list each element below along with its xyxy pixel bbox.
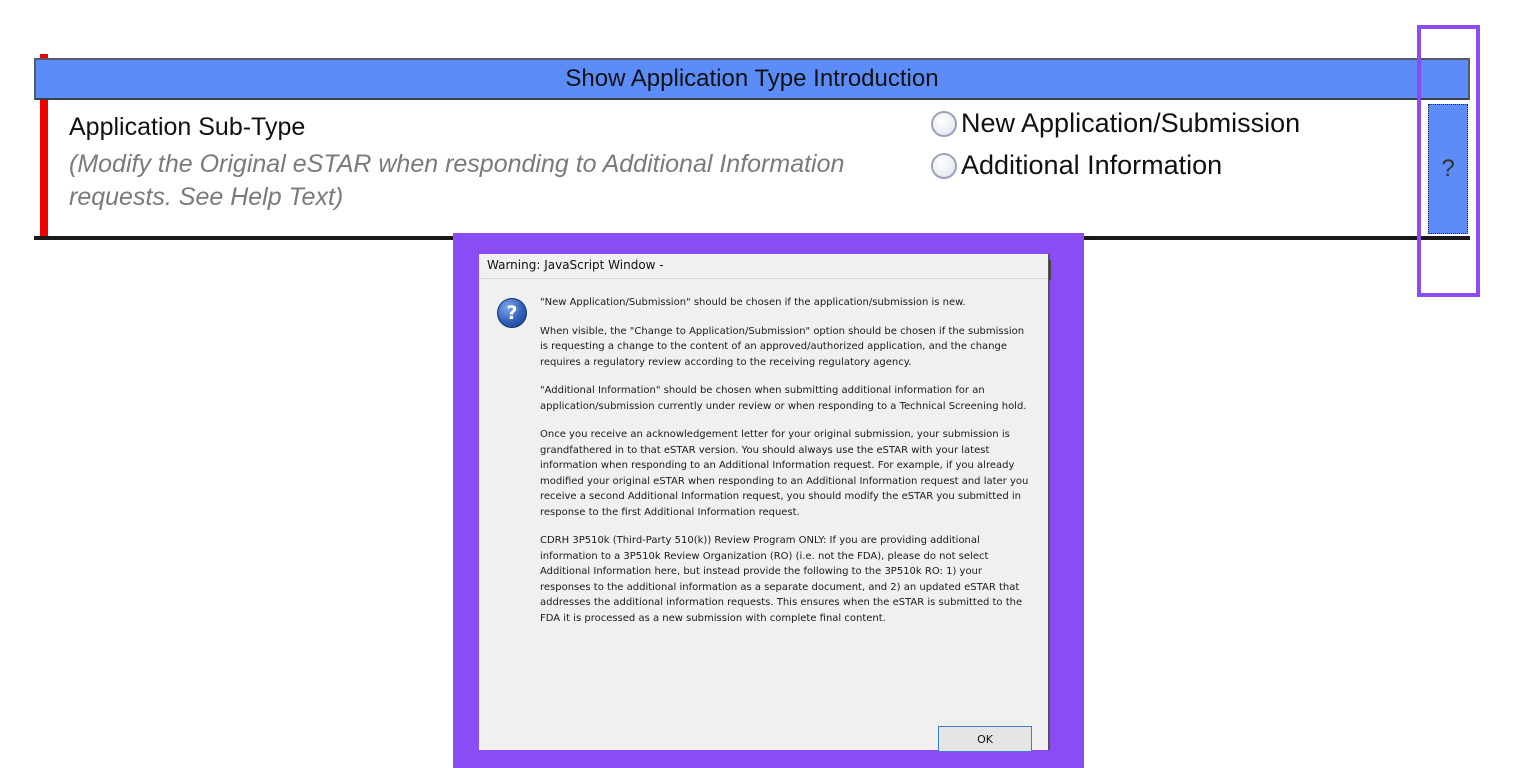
help-button[interactable]: ? [1428, 104, 1468, 234]
dialog-paragraph: CDRH 3P510k (Third-Party 510(k)) Review … [540, 535, 1023, 624]
radio-additional-information[interactable]: Additional Information [931, 150, 1222, 181]
radio-new-application[interactable]: New Application/Submission [931, 108, 1300, 139]
dialog-message: "New Application/Submission" should be c… [540, 295, 1030, 639]
radio-button-icon[interactable] [931, 110, 957, 137]
dialog-paragraph: Once you receive an acknowledgement lett… [540, 429, 1029, 518]
dialog-paragraph: When visible, the "Change to Application… [540, 325, 1025, 368]
dialog-paragraph: "New Application/Submission" should be c… [540, 297, 966, 308]
javascript-warning-dialog: Warning: JavaScript Window - ? "New Appl… [479, 254, 1050, 752]
dialog-paragraph: "Additional Information" should be chose… [540, 385, 1027, 412]
subtype-label: Application Sub-Type [69, 113, 306, 141]
subtype-note: (Modify the Original eSTAR when respondi… [69, 150, 845, 211]
question-icon: ? [497, 298, 527, 328]
header-title: Show Application Type Introduction [565, 65, 939, 92]
background-edge [1049, 260, 1051, 280]
radio-label-additional-information[interactable]: Additional Information [961, 150, 1222, 181]
radio-label-new-application[interactable]: New Application/Submission [961, 108, 1300, 139]
dialog-title-divider [479, 278, 1048, 279]
dialog-title: Warning: JavaScript Window - [487, 258, 664, 272]
radio-button-icon[interactable] [931, 152, 957, 179]
ok-button[interactable]: OK [938, 726, 1032, 752]
show-introduction-header[interactable]: Show Application Type Introduction [34, 58, 1470, 100]
